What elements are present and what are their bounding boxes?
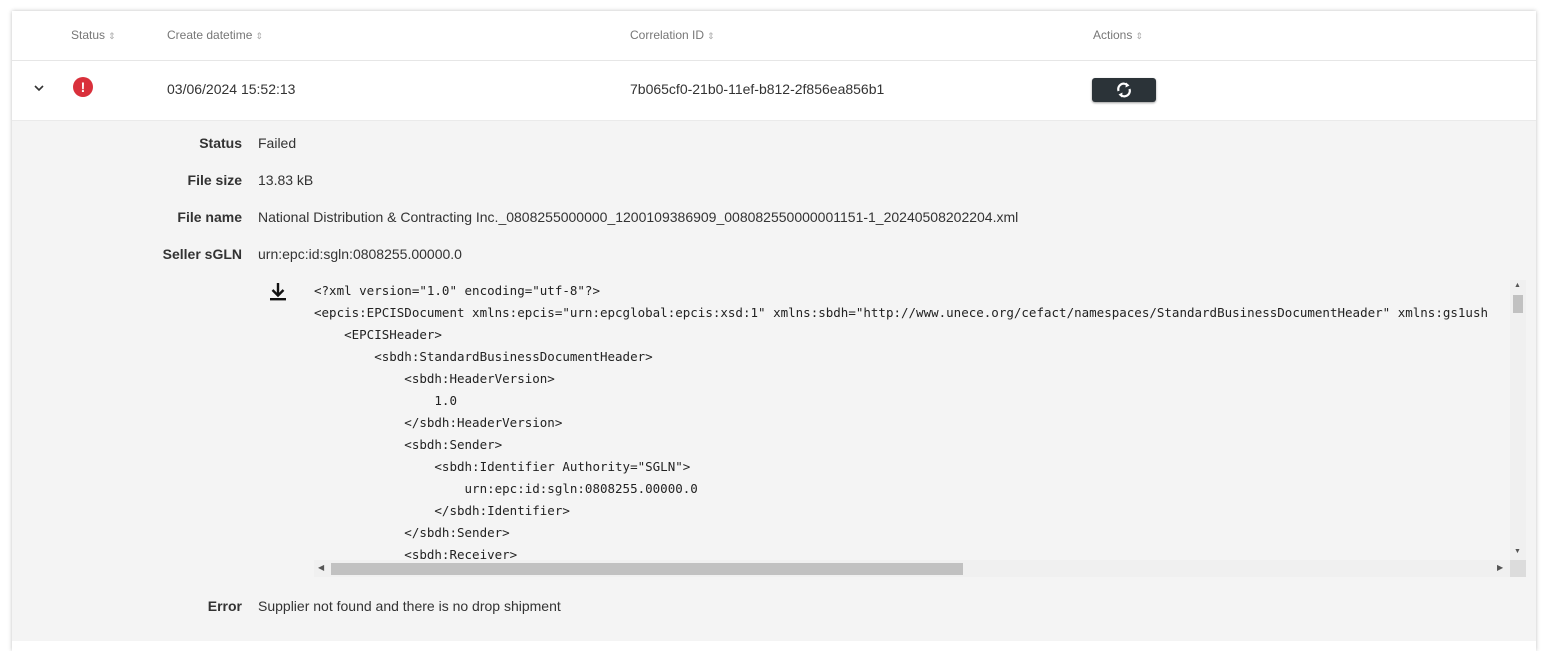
refresh-icon [1117,82,1131,98]
sort-icon: ⇕ [1135,31,1143,41]
download-icon[interactable] [269,282,287,302]
horizontal-scroll-thumb[interactable] [331,563,963,575]
column-header-actions[interactable]: Actions ⇕ [1093,28,1143,42]
xml-line: <?xml version="1.0" encoding="utf-8"?> [314,283,600,298]
vertical-scroll-thumb[interactable] [1513,295,1523,313]
xml-line: </sbdh:Sender> [314,525,510,540]
error-icon: ! [73,77,93,97]
create-datetime-cell: 03/06/2024 15:52:13 [167,81,296,97]
file-name-label: File name [177,209,242,225]
column-header-status[interactable]: Status ⇕ [71,28,116,42]
column-header-create-datetime[interactable]: Create datetime ⇕ [167,28,263,42]
xml-line: <sbdh:Sender> [314,437,503,452]
horizontal-scrollbar[interactable]: ◀ ▶ [314,560,1510,577]
column-header-correlation-id[interactable]: Correlation ID ⇕ [630,28,715,42]
file-size-label: File size [187,172,242,188]
retry-button[interactable] [1092,78,1156,102]
file-size-value: 13.83 kB [258,172,314,188]
xml-line: <epcis:EPCISDocument xmlns:epcis="urn:ep… [314,305,1488,320]
column-header-correlation-id-label: Correlation ID [630,28,705,42]
xml-line: </sbdh:HeaderVersion> [314,415,563,430]
xml-viewer[interactable]: <?xml version="1.0" encoding="utf-8"?> <e… [314,280,1526,577]
status-label: Status [199,135,242,151]
correlation-id-cell: 7b065cf0-21b0-11ef-b812-2f856ea856b1 [630,81,885,97]
column-header-actions-label: Actions [1093,28,1133,42]
sort-icon: ⇕ [108,31,116,41]
error-value: Supplier not found and there is no drop … [258,598,561,614]
xml-line: <sbdh:HeaderVersion> [314,371,555,386]
xml-line: </sbdh:Identifier> [314,503,570,518]
xml-line: <sbdh:Receiver> [314,547,518,560]
results-table: Status ⇕ Create datetime ⇕ Correlation ID ⇕… [12,11,1536,651]
file-name-value: National Distribution & Contracting Inc.… [258,209,1019,225]
scroll-left-arrow-icon[interactable]: ◀ [318,563,324,572]
column-header-status-label: Status [71,28,106,42]
column-header-create-datetime-label: Create datetime [167,28,253,42]
xml-line: 1.0 [314,393,457,408]
error-label: Error [207,598,242,614]
row-detail-panel: Status Failed File size 13.83 kB File na… [12,121,1536,641]
scroll-up-arrow-icon[interactable]: ▲ [1514,282,1521,289]
chevron-down-icon[interactable] [32,81,46,95]
table-row: ! 03/06/2024 15:52:13 7b065cf0-21b0-11ef… [12,61,1536,121]
status-value: Failed [258,135,297,151]
seller-sgln-value: urn:epc:id:sgln:0808255.00000.0 [258,246,462,262]
scroll-right-arrow-icon[interactable]: ▶ [1497,563,1503,572]
sort-icon: ⇕ [255,31,263,41]
xml-line: <sbdh:Identifier Authority="SGLN"> [314,459,691,474]
xml-line: <EPCISHeader> [314,327,442,342]
table-header: Status ⇕ Create datetime ⇕ Correlation ID ⇕… [12,11,1536,61]
xml-content: <?xml version="1.0" encoding="utf-8"?> <e… [314,280,1510,560]
scroll-down-arrow-icon[interactable]: ▼ [1514,548,1521,555]
scrollbar-corner [1510,560,1526,577]
vertical-scrollbar[interactable]: ▲ ▼ [1510,280,1526,560]
xml-line: urn:epc:id:sgln:0808255.00000.0 [314,481,698,496]
seller-sgln-label: Seller sGLN [162,246,242,262]
xml-line: <sbdh:StandardBusinessDocumentHeader> [314,349,653,364]
sort-icon: ⇕ [707,31,715,41]
